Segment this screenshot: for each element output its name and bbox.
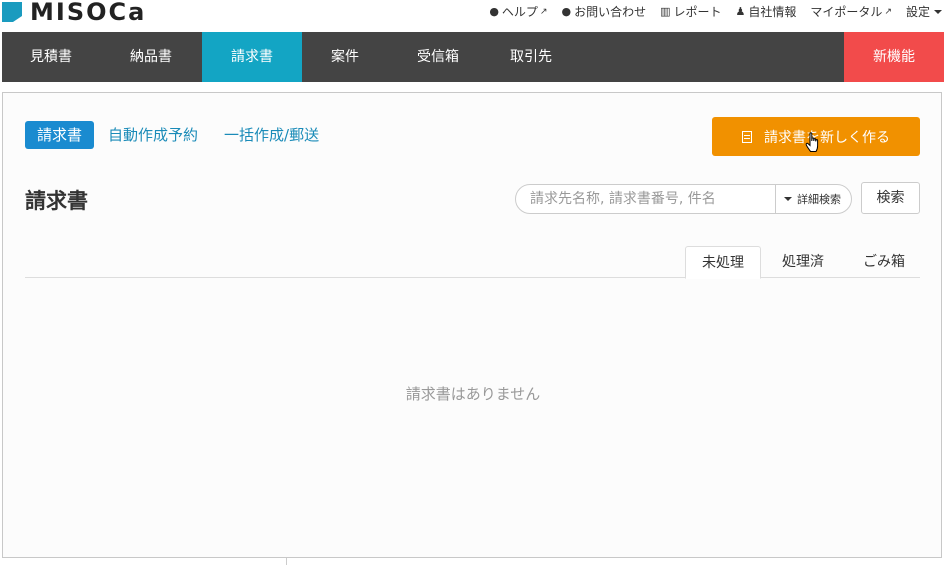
contact-link[interactable]: ● お問い合わせ [561, 3, 646, 20]
help-link[interactable]: ● ヘルプ ↗ [489, 3, 547, 20]
settings-dropdown[interactable]: 設定 [906, 3, 942, 20]
report-link[interactable]: ▥ レポート [660, 3, 721, 20]
nav-item-inbox[interactable]: 受信箱 [388, 32, 488, 82]
question-circle-icon: ● [489, 5, 499, 18]
nav-item-new-features[interactable]: 新機能 [844, 32, 944, 82]
main-nav: 見積書 納品書 請求書 案件 受信箱 取引先 新機能 [2, 32, 944, 82]
nav-item-delivery-notes[interactable]: 納品書 [100, 32, 202, 82]
logo-mark-icon [2, 2, 22, 22]
detail-search-label: 詳細検索 [797, 193, 841, 206]
search-button[interactable]: 検索 [861, 182, 920, 214]
my-portal-link[interactable]: マイポータル ↗ [810, 3, 892, 20]
company-info-label: 自社情報 [748, 5, 797, 19]
search-input[interactable] [516, 185, 775, 213]
tab-trash[interactable]: ごみ箱 [847, 246, 921, 278]
subtab-bulk-create-mail[interactable]: 一括作成/郵送 [224, 121, 319, 149]
bar-chart-icon: ▥ [660, 5, 671, 18]
external-link-icon: ↗ [884, 6, 892, 17]
page-title: 請求書 [25, 189, 88, 213]
top-links: ● ヘルプ ↗ ● お問い合わせ ▥ レポート ♟ 自社情報 マイポータル ↗ … [475, 3, 942, 20]
comment-icon: ● [561, 5, 572, 18]
nav-item-clients[interactable]: 取引先 [488, 32, 574, 82]
caret-down-icon [934, 9, 942, 14]
document-icon [742, 130, 752, 143]
caret-down-icon [784, 197, 792, 201]
nav-item-invoices[interactable]: 請求書 [202, 32, 302, 82]
sub-tabs: 請求書 自動作成予約 一括作成/郵送 [25, 121, 345, 149]
nav-item-estimates[interactable]: 見積書 [2, 32, 100, 82]
empty-state-message: 請求書はありません [405, 385, 541, 403]
help-label: ヘルプ [501, 5, 538, 19]
nav-item-projects[interactable]: 案件 [302, 32, 388, 82]
bottom-scroll-edge [2, 558, 287, 565]
report-label: レポート [673, 5, 722, 19]
logo-text: MISOCa [30, 0, 147, 26]
create-invoice-label: 請求書を新しく作る [764, 129, 890, 146]
my-portal-label: マイポータル [810, 5, 883, 19]
top-header: MISOCa ● ヘルプ ↗ ● お問い合わせ ▥ レポート ♟ 自社情報 マイ… [0, 0, 946, 32]
search-box: 詳細検索 [515, 184, 852, 214]
contact-label: お問い合わせ [574, 5, 647, 19]
settings-label: 設定 [905, 5, 930, 19]
tab-processed[interactable]: 処理済 [767, 246, 839, 278]
status-tabs: 未処理 処理済 ごみ箱 [25, 246, 921, 279]
detail-search-toggle[interactable]: 詳細検索 [775, 185, 851, 213]
external-link-icon: ↗ [539, 6, 548, 17]
hand-cursor-icon [805, 132, 819, 152]
subtab-invoices[interactable]: 請求書 [25, 121, 95, 149]
company-info-link[interactable]: ♟ 自社情報 [736, 3, 797, 20]
misoca-logo[interactable]: MISOCa [2, 0, 146, 24]
tab-unprocessed[interactable]: 未処理 [685, 246, 761, 279]
main-panel: 請求書 自動作成予約 一括作成/郵送 請求書を新しく作る 請求書 詳細検索 検索… [2, 92, 942, 558]
user-icon: ♟ [735, 5, 746, 18]
subtab-auto-create[interactable]: 自動作成予約 [108, 121, 198, 149]
